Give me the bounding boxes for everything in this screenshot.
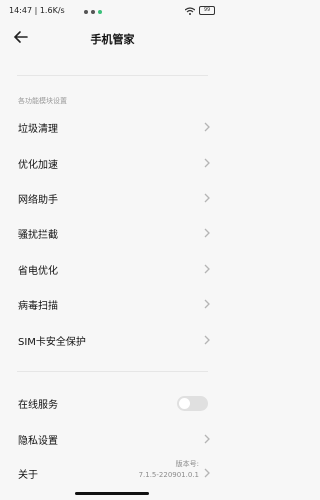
version-label: 版本号: <box>175 460 199 468</box>
chevron-right-icon <box>204 193 210 203</box>
menu-item-power[interactable]: 省电优化 <box>0 254 225 284</box>
status-icons: 99 <box>185 6 215 15</box>
notification-icon <box>91 10 95 14</box>
divider <box>17 371 208 372</box>
chevron-right-icon <box>204 122 210 132</box>
app-notification-icon <box>98 10 102 14</box>
menu-item-virus-scan[interactable]: 病毒扫描 <box>0 289 225 319</box>
toggle-knob <box>179 398 190 409</box>
privacy-settings-row[interactable]: 隐私设置 <box>0 424 225 454</box>
menu-item-label: 网络助手 <box>18 195 58 206</box>
battery-icon: 99 <box>199 6 215 15</box>
about-row[interactable]: 关于 版本号: 7.1.5-220901.0.1 <box>0 458 225 488</box>
menu-item-optimize[interactable]: 优化加速 <box>0 148 225 178</box>
chevron-right-icon <box>204 299 210 309</box>
notification-icon <box>84 10 88 14</box>
home-indicator[interactable] <box>75 492 149 495</box>
chevron-right-icon <box>204 434 210 444</box>
menu-item-label: 病毒扫描 <box>18 301 58 312</box>
app-header: 手机管家 <box>0 24 225 52</box>
status-time: 14:47 | 1.6K/s <box>9 6 65 15</box>
menu-item-label: 垃圾清理 <box>18 124 58 135</box>
version-info: 版本号: 7.1.5-220901.0.1 <box>139 459 199 481</box>
menu-item-label: 骚扰拦截 <box>18 230 58 241</box>
menu-item-label: 省电优化 <box>18 266 58 277</box>
menu-item-network[interactable]: 网络助手 <box>0 183 225 213</box>
version-value: 7.1.5-220901.0.1 <box>138 471 199 479</box>
privacy-label: 隐私设置 <box>18 436 58 447</box>
about-label: 关于 <box>18 470 38 481</box>
section-label: 各功能模块设置 <box>18 97 67 105</box>
online-service-toggle[interactable] <box>177 396 208 411</box>
chevron-right-icon <box>204 264 210 274</box>
wifi-icon <box>185 6 195 15</box>
divider <box>17 75 208 76</box>
menu-item-trash-cleanup[interactable]: 垃圾清理 <box>0 112 225 142</box>
menu-item-label: SIM卡安全保护 <box>18 337 86 348</box>
chevron-right-icon <box>204 468 210 478</box>
menu-item-label: 优化加速 <box>18 160 58 171</box>
page-title: 手机管家 <box>90 33 135 46</box>
chevron-right-icon <box>204 228 210 238</box>
menu-item-sim-protection[interactable]: SIM卡安全保护 <box>0 325 225 355</box>
online-service-label: 在线服务 <box>18 400 58 411</box>
online-service-row: 在线服务 <box>0 388 225 418</box>
chevron-right-icon <box>204 335 210 345</box>
status-bar: 14:47 | 1.6K/s 99 <box>0 0 225 22</box>
menu-item-block[interactable]: 骚扰拦截 <box>0 218 225 248</box>
chevron-right-icon <box>204 158 210 168</box>
